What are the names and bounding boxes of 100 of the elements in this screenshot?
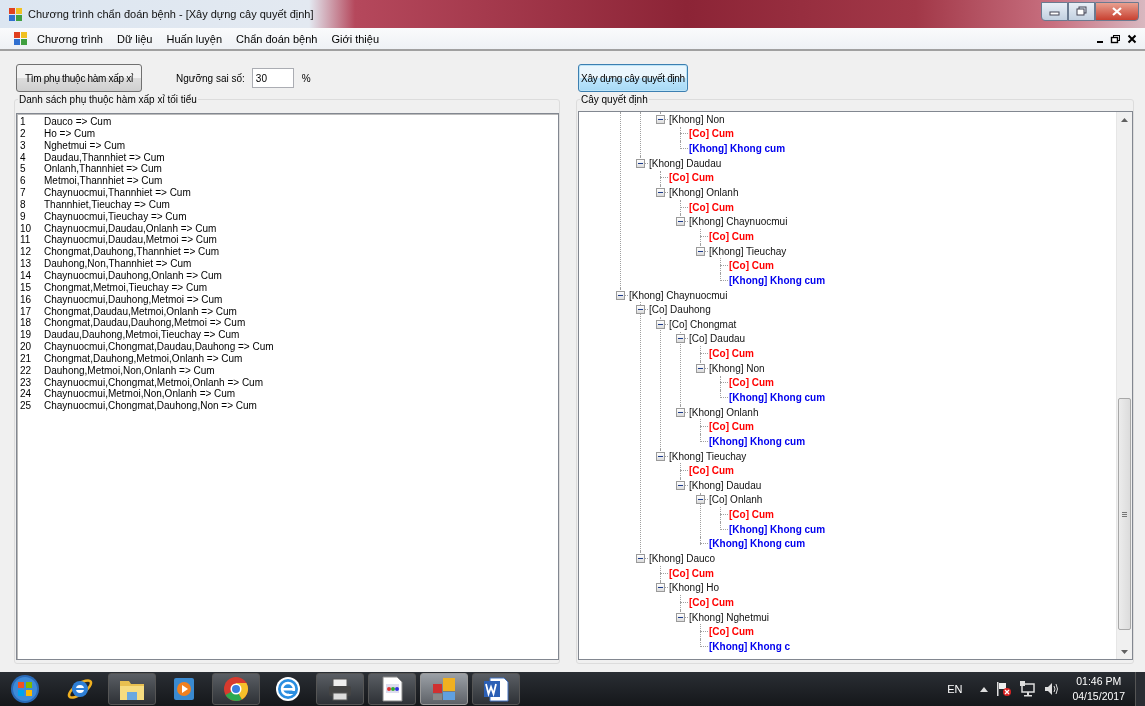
minus-icon (658, 321, 663, 327)
minus-icon (698, 248, 703, 254)
collapse-toggle[interactable] (676, 407, 685, 417)
taskbar-button[interactable] (472, 673, 520, 705)
tree-leaf[interactable]: [Co] Cum (689, 128, 734, 140)
collapse-toggle[interactable] (696, 363, 705, 373)
collapse-toggle[interactable] (656, 188, 665, 197)
tree-node[interactable]: [Co] Chongmat (669, 318, 737, 330)
tree-leaf[interactable]: [Co] Cum (689, 201, 734, 213)
tree-node[interactable]: [Co] Daudau (689, 333, 746, 345)
tree-leaf[interactable]: [Khong] Khong cum (729, 392, 826, 403)
minus-icon (678, 409, 683, 415)
tree-leaf[interactable]: [Khong] Khong c (709, 640, 791, 652)
menu-item[interactable]: Giới thiệu (324, 30, 387, 47)
group-label: Danh sách phụ thuộc hàm xấp xỉ tối tiểu (18, 94, 198, 106)
tree-leaf[interactable]: [Co] Cum (709, 626, 754, 638)
tree-node[interactable]: [Khong] Chaynuocmui (689, 216, 788, 228)
taskbar-button[interactable] (316, 673, 364, 705)
menu-item[interactable]: Dữ liệu (109, 30, 160, 47)
threshold-field[interactable]: 30 (251, 68, 294, 88)
restore-button[interactable] (1068, 1, 1095, 21)
tree-node[interactable]: [Khong] Ho (669, 582, 720, 594)
tree-leaf[interactable]: [Co] Cum (709, 421, 754, 433)
caret-up-icon[interactable] (980, 686, 989, 692)
find-dependencies-button[interactable]: Tìm phụ thuộc hàm xấp xỉ (16, 64, 142, 92)
tree-leaf[interactable]: [Khong] Khong cum (729, 523, 826, 535)
tree-leaf[interactable]: [Co] Cum (729, 260, 774, 272)
monitor-icon[interactable] (1020, 681, 1037, 697)
tree-node[interactable]: [Khong] Non (669, 113, 725, 125)
menu-item[interactable]: Chẩn đoán bệnh (229, 30, 325, 47)
tree-node[interactable]: [Khong] Chaynuocmui (629, 289, 728, 301)
taskbar-button[interactable] (108, 673, 156, 705)
row-number: 12 (19, 246, 33, 259)
tree-leaf[interactable]: [Co] Cum (709, 230, 754, 242)
app-icon (8, 6, 23, 22)
tree-node[interactable]: [Khong] Onlanh (669, 187, 739, 198)
collapse-toggle[interactable] (656, 451, 665, 461)
row-number: 9 (19, 210, 27, 223)
collapse-toggle[interactable] (696, 246, 705, 256)
tree-leaf[interactable]: [Khong] Khong cum (709, 538, 806, 550)
row-number: 14 (19, 269, 33, 282)
collapse-toggle[interactable] (636, 554, 645, 564)
collapse-toggle[interactable] (616, 290, 625, 300)
close-icon[interactable] (1127, 33, 1137, 44)
dependency-text: Chaynuocmui,Dauhong,Metmoi => Cum (44, 293, 223, 306)
scrollbar[interactable] (1116, 112, 1132, 659)
language-indicator[interactable]: EN (947, 683, 963, 695)
tree-leaf[interactable]: [Co] Cum (669, 567, 714, 579)
tree-node[interactable]: [Khong] Non (709, 362, 765, 374)
menu-item[interactable]: Chương trình (30, 30, 110, 47)
scroll-down-icon[interactable] (1121, 649, 1128, 654)
tree-node[interactable]: [Khong] Dauco (649, 553, 716, 565)
tree-leaf[interactable]: [Co] Cum (669, 172, 714, 184)
word-page-icon (482, 675, 510, 703)
collapse-toggle[interactable] (656, 319, 665, 329)
minimize-button[interactable] (1041, 1, 1068, 21)
close-button[interactable] (1095, 1, 1139, 21)
tree-leaf[interactable]: [Co] Cum (729, 377, 774, 389)
tree-leaf[interactable]: [Khong] Khong cum (729, 274, 826, 286)
collapse-toggle[interactable] (696, 495, 705, 505)
tree-node[interactable]: [Co] Onlanh (709, 494, 763, 506)
tree-leaf[interactable]: [Khong] Khong cum (689, 143, 786, 155)
tree-leaf[interactable]: [Co] Cum (709, 348, 754, 360)
menu-item[interactable]: Huấn luyện (159, 30, 230, 47)
tree-node[interactable]: [Khong] Tieuchay (669, 450, 747, 462)
collapse-toggle[interactable] (676, 334, 685, 344)
taskbar-button[interactable] (212, 673, 260, 705)
tree-node[interactable]: [Khong] Daudau (689, 479, 762, 491)
collapse-toggle[interactable] (656, 583, 665, 593)
row-number: 11 (19, 234, 32, 247)
taskbar-button[interactable] (368, 673, 416, 705)
minus-icon (678, 219, 683, 225)
scroll-thumb[interactable] (1118, 398, 1131, 630)
collapse-toggle[interactable] (656, 114, 665, 124)
collapse-toggle[interactable] (636, 305, 645, 315)
build-tree-button[interactable]: Xây dựng cây quyết định (578, 64, 688, 92)
collapse-toggle[interactable] (676, 480, 685, 490)
dependency-text: Thannhiet,Tieuchay => Cum (44, 198, 170, 211)
collapse-toggle[interactable] (676, 612, 685, 622)
dependency-text: Chaynuocmui,Thannhiet => Cum (44, 187, 191, 199)
row-number: 5 (19, 163, 27, 176)
start-button[interactable] (8, 673, 42, 705)
scroll-up-icon[interactable] (1121, 117, 1128, 122)
tree-node[interactable]: [Khong] Nghetmui (689, 611, 770, 623)
restore-icon[interactable] (1110, 33, 1121, 44)
tree-leaf[interactable]: [Khong] Khong cum (709, 435, 806, 447)
dependency-text: Nghetmui => Cum (44, 139, 126, 152)
tree-leaf[interactable]: [Co] Cum (689, 465, 734, 477)
collapse-toggle[interactable] (676, 217, 685, 227)
tree-node[interactable]: [Khong] Tieuchay (709, 245, 787, 257)
minus-icon (678, 482, 683, 488)
clock[interactable]: 01:46 PM 04/15/2017 (1072, 674, 1125, 704)
tree-node[interactable]: [Khong] Daudau (649, 157, 722, 169)
flag-icon[interactable] (996, 681, 1013, 697)
tree-node[interactable]: [Khong] Onlanh (689, 406, 759, 418)
tree-leaf[interactable]: [Co] Cum (689, 596, 734, 608)
collapse-toggle[interactable] (636, 158, 645, 168)
speaker-icon[interactable] (1044, 681, 1061, 697)
tree-node[interactable]: [Co] Dauhong (649, 304, 711, 316)
tree-leaf[interactable]: [Co] Cum (729, 509, 774, 521)
